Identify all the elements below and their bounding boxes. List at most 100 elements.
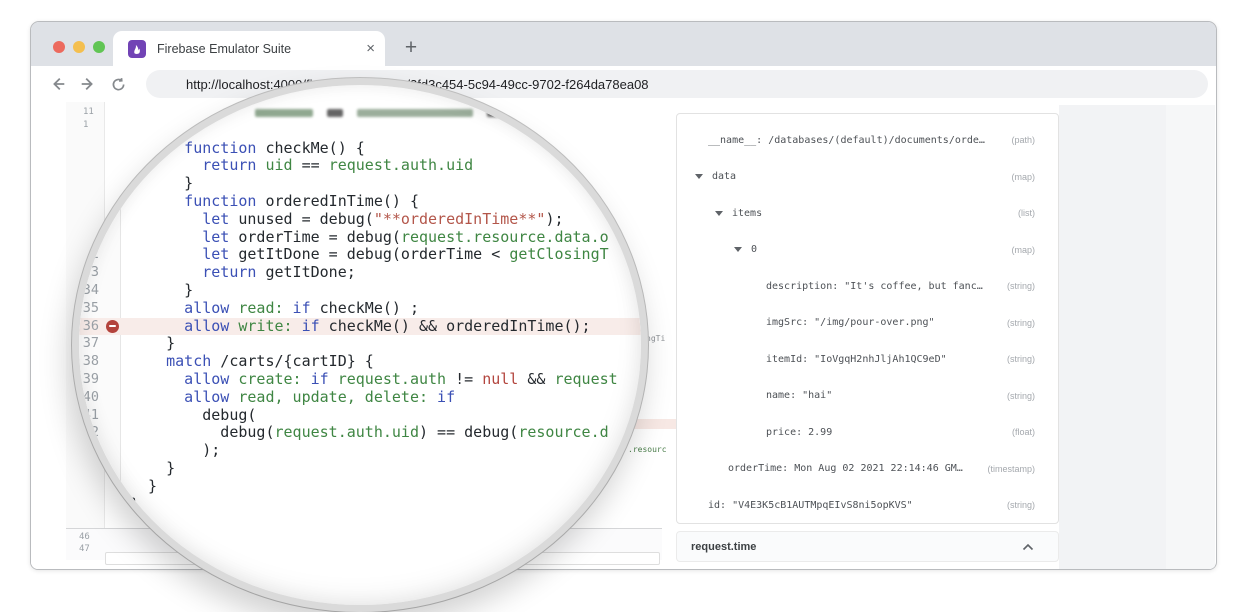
request-time-panel[interactable]: request.time: [676, 531, 1059, 562]
code-text: [130, 104, 623, 122]
inspector-type-label: (string): [1007, 500, 1058, 510]
line-number: 24: [79, 104, 99, 122]
inspector-row[interactable]: 0 (map): [677, 232, 1058, 269]
inspector-type-label: (float): [1012, 427, 1058, 437]
line-number: 34: [79, 282, 99, 300]
code-line: 30 let unused = debug("**orderedInTime**…: [79, 211, 641, 229]
code-text: let getItDone = debug(orderTime < getClo…: [130, 246, 609, 264]
code-text: );: [130, 442, 220, 460]
browser-tab[interactable]: Firebase Emulator Suite ×: [113, 31, 385, 66]
inspector-type-label: (map): [1011, 172, 1058, 182]
line-number: 40: [79, 389, 99, 407]
code-line: 44 }: [79, 460, 641, 478]
code-fragment: ngTi: [646, 334, 665, 343]
inspector-type-label: (string): [1007, 391, 1058, 401]
code-line: 45 }: [79, 478, 641, 496]
inspector-key-value: 0: [751, 244, 757, 255]
window-controls: [53, 41, 105, 53]
inspector-type-label: (map): [1011, 245, 1058, 255]
code-text: return uid == request.auth.uid: [130, 157, 473, 175]
inspector-key-value: imgSrc: "/img/pour-over.png": [766, 317, 935, 328]
code-text: allow read: if checkMe() ;: [130, 300, 419, 318]
code-text: allow read, update, delete: if: [130, 389, 455, 407]
inspector-type-label: (string): [1007, 354, 1058, 364]
code-line: 24: [79, 104, 641, 122]
close-window-button[interactable]: [53, 41, 65, 53]
inspector-key-value: orderTime: Mon Aug 02 2021 22:14:46 GM…: [728, 463, 963, 474]
code-line: 32 let getItDone = debug(orderTime < get…: [79, 246, 641, 264]
code-line: 25 }: [79, 122, 641, 140]
line-number: 45: [79, 478, 99, 496]
chevron-up-icon[interactable]: [1022, 538, 1034, 556]
inspector-key-value: name: "hai": [766, 390, 832, 401]
content-background: [1166, 105, 1215, 569]
code-line: 31 let orderTime = debug(request.resourc…: [79, 229, 641, 247]
line-number: 38: [79, 353, 99, 371]
code-line: 37 }: [79, 335, 641, 353]
inspector-key-value: itemId: "IoVgqH2nhJljAh1QC9eD": [766, 354, 947, 365]
code-text: return getItDone;: [130, 264, 356, 282]
code-line: 28 }: [79, 175, 641, 193]
firebase-emulator-favicon: [128, 40, 146, 58]
inspector-row: orderTime: Mon Aug 02 2021 22:14:46 GM… (…: [677, 451, 1058, 488]
code-text: debug(: [130, 407, 256, 425]
code-text: debug(request.auth.uid) == debug(resourc…: [130, 424, 609, 442]
maximize-window-button[interactable]: [93, 41, 105, 53]
inspector-key-value: items: [732, 208, 762, 219]
gutter-icon-slot: [99, 320, 125, 333]
line-number: 29: [79, 193, 99, 211]
new-tab-button[interactable]: +: [397, 34, 425, 62]
expand-arrow-icon[interactable]: [695, 174, 703, 179]
inspector-row: __name__: /databases/(default)/documents…: [677, 122, 1058, 159]
zoom-code-lines: 2425 }26 function checkMe() {27 return u…: [79, 104, 641, 513]
line-number: 28: [79, 175, 99, 193]
inspector-row: description: "It's coffee, but fanc… (str…: [677, 268, 1058, 305]
inspector-row[interactable]: data (map): [677, 159, 1058, 196]
code-text: }: [130, 496, 139, 514]
code-line: 43 );: [79, 442, 641, 460]
code-line: 38 match /carts/{cartID} {: [79, 353, 641, 371]
code-text: }: [130, 335, 175, 353]
code-text: allow write: if checkMe() && orderedInTi…: [130, 318, 591, 336]
line-number: 33: [79, 264, 99, 282]
code-text: let unused = debug("**orderedInTime**");: [130, 211, 564, 229]
code-line: 26 function checkMe() {: [79, 140, 641, 158]
inspector-key-value: description: "It's coffee, but fanc…: [766, 281, 983, 292]
line-number: 32: [79, 246, 99, 264]
code-text: match /carts/{cartID} {: [130, 353, 374, 371]
inspector-key-value: __name__: /databases/(default)/documents…: [708, 135, 985, 146]
minimize-window-button[interactable]: [73, 41, 85, 53]
inspector-type-label: (string): [1007, 318, 1058, 328]
line-number: 36: [79, 318, 99, 336]
code-text: let orderTime = debug(request.resource.d…: [130, 229, 609, 247]
inspector-row: imgSrc: "/img/pour-over.png" (string): [677, 305, 1058, 342]
inspector-type-label: (string): [1007, 281, 1058, 291]
code-text: allow create: if request.auth != null &&…: [130, 371, 618, 389]
expand-arrow-icon[interactable]: [715, 211, 723, 216]
code-text: }: [130, 460, 175, 478]
line-number: 39: [79, 371, 99, 389]
code-text: }: [130, 478, 157, 496]
line-number: 30: [79, 211, 99, 229]
inspector-key-value: data: [712, 171, 736, 182]
inspector-key-value: id: "V4E3K5cB1AUTMpqEIvS8ni5opKVS": [708, 500, 913, 511]
inspector-type-label: (timestamp): [987, 464, 1058, 474]
line-number: 41: [79, 407, 99, 425]
tab-strip: Firebase Emulator Suite × +: [31, 22, 1216, 66]
line-number: 46: [79, 496, 99, 514]
code-line: 35 allow read: if checkMe() ;: [79, 300, 641, 318]
code-line: 40 allow read, update, delete: if: [79, 389, 641, 407]
line-number: 37: [79, 335, 99, 353]
inspector-type-label: (path): [1011, 135, 1058, 145]
code-text: }: [130, 282, 193, 300]
inspector-rows: __name__: /databases/(default)/documents…: [677, 122, 1058, 524]
request-time-label: request.time: [691, 541, 756, 553]
expand-arrow-icon[interactable]: [734, 247, 742, 252]
back-icon[interactable]: [48, 74, 68, 94]
inspector-row: price: 2.99(float): [677, 414, 1058, 451]
tab-close-icon[interactable]: ×: [366, 41, 375, 56]
line-number: 44: [79, 460, 99, 478]
inspector-row[interactable]: items(list): [677, 195, 1058, 232]
code-line: 42 debug(request.auth.uid) == debug(reso…: [79, 424, 641, 442]
line-number: 25: [79, 122, 99, 140]
